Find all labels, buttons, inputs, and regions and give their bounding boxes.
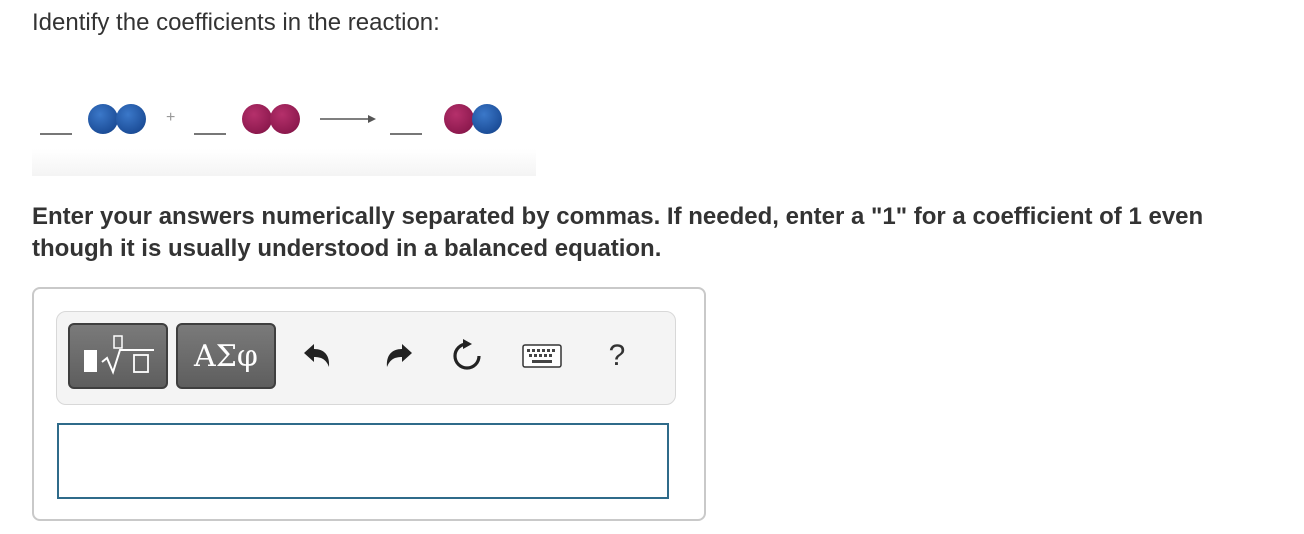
reaction-diagram: + [32, 86, 536, 176]
undo-icon[interactable] [297, 336, 337, 376]
answer-panel: ΑΣφ ? [32, 287, 706, 521]
reset-icon[interactable] [447, 336, 487, 376]
reactant-2-atom-1 [242, 104, 272, 134]
coefficient-blank-1 [40, 133, 72, 135]
coefficient-blank-2 [194, 133, 226, 135]
product-atom-1 [444, 104, 474, 134]
instructions-text: Enter your answers numerically separated… [32, 203, 1204, 262]
templates-button[interactable] [68, 323, 168, 389]
help-button[interactable]: ? [597, 336, 637, 376]
greek-symbols-button[interactable]: ΑΣφ [176, 323, 276, 389]
reactant-1-atom-1 [88, 104, 118, 134]
answer-input[interactable] [57, 423, 669, 499]
plus-sign: + [166, 109, 176, 126]
product-atom-2 [472, 104, 502, 134]
coefficient-blank-3 [390, 133, 422, 135]
reactant-2-atom-2 [270, 104, 300, 134]
math-toolbar: ΑΣφ ? [56, 311, 676, 405]
templates-sqrt-icon [84, 335, 154, 375]
reaction-arrow-icon [320, 115, 376, 123]
question-prompt: Identify the coefficients in the reactio… [32, 9, 440, 36]
keyboard-icon[interactable] [521, 336, 563, 376]
redo-icon[interactable] [379, 336, 419, 376]
reactant-1-atom-2 [116, 104, 146, 134]
help-label: ? [608, 339, 626, 372]
